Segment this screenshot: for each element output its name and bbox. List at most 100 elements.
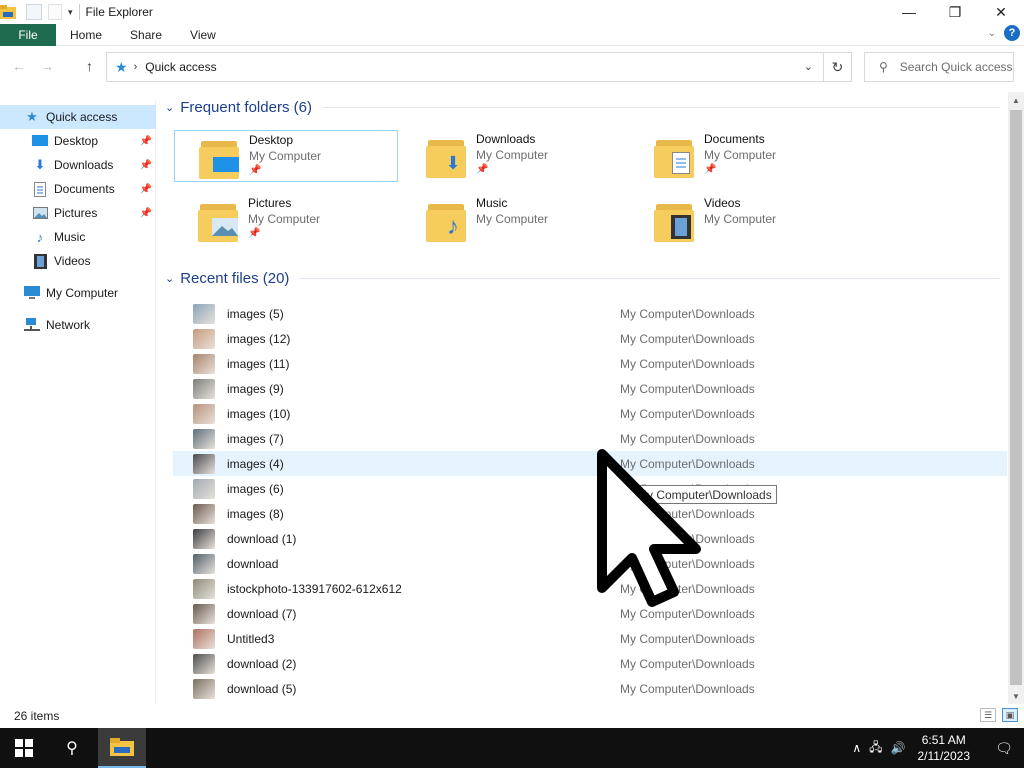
folder-tile-documents[interactable]: Documents My Computer 📌 (630, 130, 854, 182)
folder-location: My Computer (248, 212, 321, 226)
sidebar-item-downloads[interactable]: ⬇ Downloads 📌 (0, 153, 156, 177)
sidebar-item-videos[interactable]: Videos (0, 249, 156, 273)
expand-ribbon-icon[interactable]: ⌄ (988, 28, 996, 39)
scrollbar-thumb[interactable] (1010, 110, 1022, 685)
sidebar-item-desktop[interactable]: Desktop 📌 (0, 129, 156, 153)
table-row[interactable]: istockphoto-133917602-612x612 My Computer… (173, 576, 1007, 601)
title-separator (78, 4, 80, 20)
tab-share[interactable]: Share (116, 24, 176, 46)
search-box[interactable]: ⚲ Search Quick access (864, 52, 1014, 82)
table-row[interactable]: images (4) My Computer\Downloads (173, 451, 1007, 476)
sidebar-item-label: Videos (54, 254, 91, 268)
table-row[interactable]: download (1)My Computer\Downloads (173, 526, 1007, 551)
folder-tile-downloads[interactable]: ⬇ Downloads My Computer 📌 (402, 130, 626, 182)
show-hidden-icons-chevron-icon[interactable]: ∧ (852, 741, 861, 755)
navigation-pane: ★ Quick access Desktop 📌 ⬇ Downloads 📌 D… (0, 100, 156, 704)
file-thumbnail (193, 378, 215, 399)
taskbar-file-explorer-button[interactable] (98, 728, 146, 768)
address-history-dropdown-icon[interactable]: ⌄ (804, 60, 813, 73)
pin-icon[interactable]: 📌 (140, 208, 152, 219)
pin-icon[interactable]: 📌 (140, 136, 152, 147)
tab-file[interactable]: File (0, 23, 56, 46)
file-thumbnail (193, 328, 215, 349)
folder-tile-videos[interactable]: Videos My Computer (630, 194, 854, 246)
sidebar-item-my-computer[interactable]: My Computer (0, 281, 156, 305)
pin-icon: 📌 (248, 228, 261, 239)
back-arrow-icon[interactable]: ← (12, 58, 26, 74)
pin-icon[interactable]: 📌 (140, 160, 152, 171)
folder-tile-music[interactable]: ♪ Music My Computer (402, 194, 626, 246)
search-input[interactable]: Search Quick access (900, 60, 1013, 74)
star-icon: ★ (26, 109, 38, 124)
minimize-button[interactable]: — (886, 0, 932, 24)
tab-home[interactable]: Home (56, 24, 116, 46)
recent-files-header[interactable]: ⌄ Recent files (20) (165, 270, 1000, 287)
table-row[interactable]: images (10) My Computer\Downloads (173, 401, 1007, 426)
table-row[interactable]: images (6)My Computer\Downloads (173, 476, 1007, 501)
forward-arrow-icon[interactable]: → (40, 58, 54, 74)
notifications-icon[interactable]: 🗨 (984, 728, 1024, 768)
customize-toolbar-dropdown-icon[interactable]: ▾ (68, 7, 73, 18)
start-button[interactable] (0, 728, 48, 768)
table-row[interactable]: Untitled3 My Computer\Downloads (173, 626, 1007, 651)
collapse-chevron-icon[interactable]: ⌄ (165, 101, 174, 114)
file-name: download (7) (227, 606, 297, 621)
help-icon[interactable]: ? (1004, 25, 1020, 41)
network-status-icon[interactable]: 🖧 (869, 738, 882, 759)
close-button[interactable]: ✕ (978, 0, 1024, 24)
folder-icon (654, 134, 698, 178)
table-row[interactable]: download My Computer\Downloads (173, 551, 1007, 576)
title-bar: ▾ File Explorer — ❐ ✕ (0, 0, 1024, 24)
music-icon: ♪ (447, 213, 459, 240)
volume-icon[interactable]: 🔊 (891, 741, 906, 755)
taskbar: ⚲ ∧ 🖧 🔊 6:51 AM 2/11/2023 🗨 (0, 728, 1024, 768)
maximize-button[interactable]: ❐ (932, 0, 978, 24)
refresh-button[interactable]: ↻ (824, 52, 852, 82)
tab-view[interactable]: View (176, 24, 230, 46)
table-row[interactable]: download (2) My Computer\Downloads (173, 651, 1007, 676)
breadcrumb-chevron-icon[interactable]: › (134, 61, 138, 73)
sidebar-item-label: Quick access (46, 110, 118, 124)
pin-icon[interactable]: 📌 (140, 184, 152, 195)
sidebar-item-music[interactable]: ♪ Music (0, 225, 156, 249)
table-row[interactable]: download (5) My Computer\Downloads (173, 676, 1007, 701)
folder-name: Downloads (476, 132, 536, 146)
table-row[interactable]: images (9) My Computer\Downloads (173, 376, 1007, 401)
folder-name: Documents (704, 132, 765, 146)
address-bar[interactable]: ★ › Quick access ⌄ (106, 52, 824, 82)
sidebar-item-label: My Computer (46, 286, 119, 300)
scroll-down-arrow-icon[interactable]: ▼ (1008, 688, 1024, 704)
large-icons-view-icon[interactable]: ▣ (1002, 708, 1018, 722)
videos-icon (668, 215, 694, 239)
table-row[interactable]: images (5) My Computer\Downloads (173, 301, 1007, 326)
table-row[interactable]: images (11) My Computer\Downloads (173, 351, 1007, 376)
table-row[interactable]: images (8) My Computer\Downloads (173, 501, 1007, 526)
breadcrumb[interactable]: Quick access (145, 60, 216, 74)
clock[interactable]: 6:51 AM 2/11/2023 (918, 732, 971, 764)
sidebar-item-quick-access[interactable]: ★ Quick access (0, 105, 156, 129)
table-row[interactable]: images (7) My Computer\Downloads (173, 426, 1007, 451)
file-explorer-icon[interactable] (0, 4, 16, 20)
vertical-scrollbar[interactable]: ▲ ▼ (1008, 92, 1024, 704)
sidebar-item-pictures[interactable]: Pictures 📌 (0, 201, 156, 225)
folder-tile-pictures[interactable]: Pictures My Computer 📌 (174, 194, 398, 246)
file-name: images (12) (227, 331, 291, 346)
file-name: download (1) (227, 531, 297, 546)
table-row[interactable]: download (7) My Computer\Downloads (173, 601, 1007, 626)
sidebar-item-documents[interactable]: Documents 📌 (0, 177, 156, 201)
frequent-folders-header[interactable]: ⌄ Frequent folders (6) (165, 99, 1000, 116)
pictures-icon (32, 205, 48, 221)
scroll-up-arrow-icon[interactable]: ▲ (1008, 92, 1024, 108)
up-arrow-icon[interactable]: ↑ (86, 58, 93, 74)
folder-tile-desktop[interactable]: Desktop My Computer 📌 (174, 130, 398, 182)
table-row[interactable]: images (12) My Computer\Downloads (173, 326, 1007, 351)
window-title: File Explorer (85, 5, 153, 19)
sidebar-item-network[interactable]: Network (0, 313, 156, 337)
details-view-icon[interactable]: ☰ (980, 708, 996, 722)
new-folder-icon[interactable] (48, 4, 62, 20)
file-location: My Computer\Downloads (620, 406, 755, 421)
properties-icon[interactable] (26, 4, 42, 20)
collapse-chevron-icon[interactable]: ⌄ (165, 272, 174, 285)
taskbar-search-button[interactable]: ⚲ (48, 728, 96, 768)
file-thumbnail (193, 403, 215, 424)
